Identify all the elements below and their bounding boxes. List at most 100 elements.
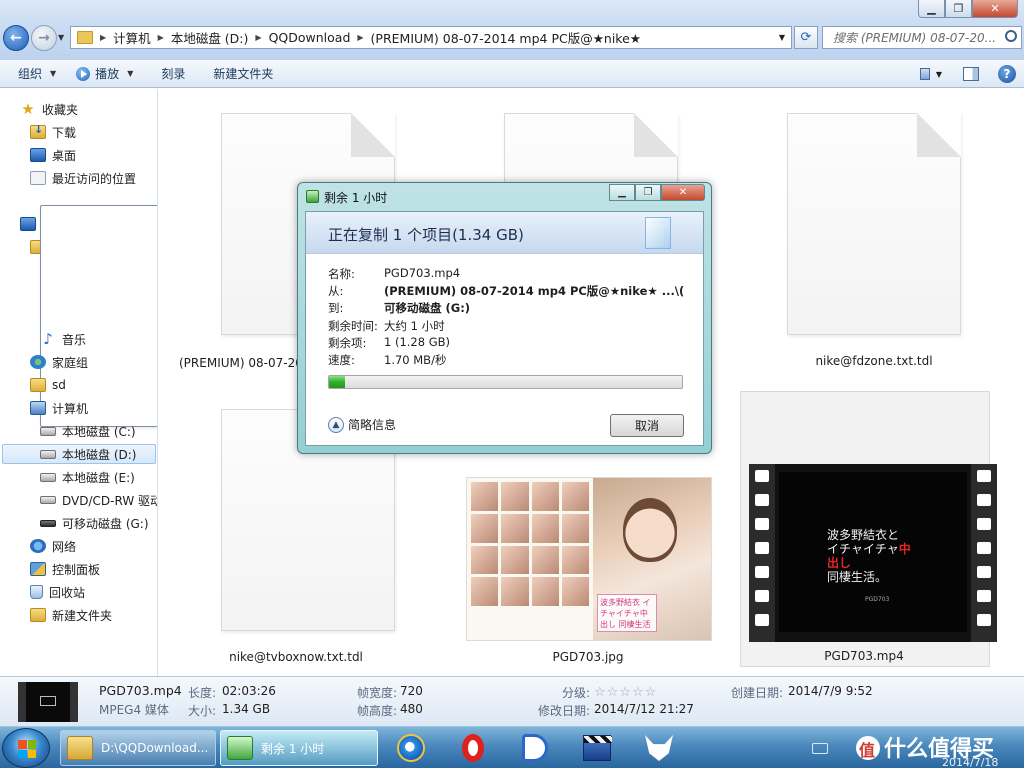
modified-value: 2014/7/12 21:27: [594, 702, 694, 716]
breadcrumb-computer[interactable]: 计算机: [109, 28, 155, 47]
nav-control-panel[interactable]: 控制面板: [30, 559, 100, 579]
recent-pages-dropdown-icon[interactable]: ▼: [58, 33, 64, 42]
nav-dvd-drive[interactable]: DVD/CD-RW 驱动: [40, 490, 157, 510]
taskbar-pin-opera[interactable]: [450, 731, 496, 765]
copy-from-link[interactable]: (PREMIUM) 08-07-2014 mp4 PC版@★nike★ ...\…: [384, 283, 684, 300]
image-thumbnail[interactable]: 波多野結衣 イチャイチャ中出し 同棲生活: [466, 477, 712, 641]
speed-value: 1.70 MB/秒: [384, 353, 447, 367]
minimize-button[interactable]: ▁: [918, 0, 945, 18]
file-name: (PREMIUM) 08-07-2014 mp4 PC版@★nike★.torr…: [179, 356, 299, 370]
address-bar[interactable]: ▶ 计算机 ▶ 本地磁盘 (D:) ▶ QQDownload ▶ (PREMIU…: [70, 26, 792, 49]
change-view-button[interactable]: ▼: [920, 63, 942, 85]
nav-downloads[interactable]: 下载: [30, 122, 76, 142]
nav-favorites[interactable]: ★ 收藏夹: [20, 99, 78, 119]
nav-label: 可移动磁盘 (G:): [62, 516, 149, 531]
copy-to-row: 到: 可移动磁盘 (G:): [328, 300, 470, 317]
start-button[interactable]: [2, 728, 50, 768]
chevron-right-icon[interactable]: ▶: [155, 33, 167, 42]
keyboard-icon[interactable]: [812, 743, 828, 754]
organize-button[interactable]: 组织 ▼: [8, 63, 66, 85]
cancel-button[interactable]: 取消: [610, 414, 684, 437]
chevron-right-icon[interactable]: ▶: [252, 33, 264, 42]
copy-from-label: 从:: [328, 284, 344, 298]
nav-drive-e[interactable]: 本地磁盘 (E:): [40, 467, 135, 487]
video-thumbnail[interactable]: 波多野結衣と イチャイチャ中出し 同棲生活。 PGD703: [749, 464, 997, 642]
chevron-down-icon[interactable]: ▼: [779, 33, 791, 42]
nav-recycle-bin[interactable]: 回收站: [30, 582, 85, 602]
taskbar-explorer-window[interactable]: D:\QQDownload...: [60, 730, 216, 766]
nav-homegroup[interactable]: 家庭组: [30, 352, 88, 372]
frame-height-value: 480: [400, 702, 423, 716]
nav-documents[interactable]: 文档: [40, 205, 157, 427]
burn-button[interactable]: 刻录: [151, 63, 195, 85]
copy-animation-icon: [645, 217, 671, 249]
nav-music[interactable]: ♪ 音乐: [40, 329, 86, 349]
selected-file-name: PGD703.mp4: [99, 683, 182, 698]
close-button[interactable]: ✕: [972, 0, 1018, 18]
title-bar: ▁ ❐ ✕ ← → ▼ ▶ 计算机 ▶ 本地磁盘 (D:) ▶ QQDownlo…: [0, 0, 1024, 60]
nav-computer[interactable]: 计算机: [30, 398, 88, 418]
search-icon[interactable]: [1005, 30, 1017, 42]
new-folder-button[interactable]: 新建文件夹: [203, 63, 283, 85]
file-name: PGD703.jpg: [552, 650, 624, 664]
nav-removable-drive[interactable]: 可移动磁盘 (G:): [40, 513, 149, 533]
copy-to-link[interactable]: 可移动磁盘 (G:): [384, 300, 470, 317]
play-button[interactable]: 播放 ▼: [66, 63, 143, 85]
dialog-minimize-button[interactable]: ▁: [609, 184, 635, 201]
watermark-logo-icon: [856, 736, 880, 761]
chevron-right-icon[interactable]: ▶: [354, 33, 366, 42]
film-hole: [755, 470, 769, 482]
length-label: 长度:: [188, 686, 217, 700]
window-controls: ▁ ❐ ✕: [918, 0, 1018, 18]
help-button[interactable]: ?: [996, 63, 1018, 85]
taskbar-pin-fox[interactable]: [636, 731, 682, 765]
rating-stars[interactable]: ☆☆☆☆☆: [594, 685, 657, 700]
search-input[interactable]: 搜索 (PREMIUM) 08-07-20...: [822, 26, 1022, 49]
preview-pane-button[interactable]: [960, 63, 982, 85]
music-note-icon: ♪: [43, 330, 53, 348]
nav-label: 本地磁盘 (C:): [62, 424, 136, 439]
items-remaining-label: 剩余项:: [328, 336, 367, 350]
desktop-icon: [20, 217, 36, 231]
nav-desktop-favorite[interactable]: 桌面: [30, 145, 76, 165]
view-icon: [920, 68, 930, 80]
taskbar-copy-window[interactable]: 剩余 1 小时: [220, 730, 378, 766]
chevron-right-icon[interactable]: ▶: [97, 33, 109, 42]
video-code: PGD703: [865, 596, 890, 603]
nav-sd[interactable]: sd: [30, 375, 66, 395]
play-icon: [76, 66, 91, 81]
dialog-window-controls: ▁ ❐ ✕: [609, 184, 705, 201]
copy-progress-bar: [328, 375, 683, 389]
refresh-button[interactable]: ⟳: [794, 26, 818, 49]
file-item[interactable]: nike@fdzone.txt.tdl: [749, 97, 999, 377]
nav-new-folder[interactable]: 新建文件夹: [30, 605, 112, 625]
film-hole: [977, 590, 991, 602]
dialog-maximize-button[interactable]: ❐: [635, 184, 661, 201]
folder-icon: [77, 31, 93, 44]
taskbar-pin-video-editor[interactable]: [574, 731, 620, 765]
video-title-line3: 同棲生活。: [827, 570, 888, 584]
taskbar-pin-player[interactable]: [512, 731, 558, 765]
nav-recent-places[interactable]: 最近访问的位置: [30, 168, 136, 188]
nav-drive-c[interactable]: 本地磁盘 (C:): [40, 421, 136, 441]
taskbar-pin-ie[interactable]: [388, 731, 434, 765]
copy-progress-dialog: 剩余 1 小时 ▁ ❐ ✕ 正在复制 1 个项目(1.34 GB) 名称: PGD…: [297, 182, 712, 454]
hard-drive-icon: [40, 449, 56, 459]
watermark: 什么值得买: [856, 731, 994, 763]
folder-icon: [67, 736, 93, 760]
nav-drive-d[interactable]: 本地磁盘 (D:): [2, 444, 156, 464]
nav-network[interactable]: 网络: [30, 536, 76, 556]
toggle-details-button[interactable]: ▲ 简略信息: [328, 416, 396, 433]
back-button[interactable]: ←: [3, 25, 29, 51]
file-icon: [787, 113, 961, 335]
breadcrumb-current-folder[interactable]: (PREMIUM) 08-07-2014 mp4 PC版@★nike★: [367, 28, 645, 47]
breadcrumb-qqdownload[interactable]: QQDownload: [265, 30, 355, 45]
dialog-close-button[interactable]: ✕: [661, 184, 705, 201]
forward-button[interactable]: →: [31, 25, 57, 51]
nav-label: 音乐: [62, 332, 87, 347]
maximize-button[interactable]: ❐: [945, 0, 972, 18]
copy-from-row: 从: (PREMIUM) 08-07-2014 mp4 PC版@★nike★ ..…: [328, 283, 684, 300]
breadcrumb-drive-d[interactable]: 本地磁盘 (D:): [167, 28, 253, 47]
nav-label: 本地磁盘 (E:): [62, 470, 135, 485]
dialog-body: 正在复制 1 个项目(1.34 GB) 名称: PGD703.mp4 从: (PRE…: [305, 211, 704, 446]
